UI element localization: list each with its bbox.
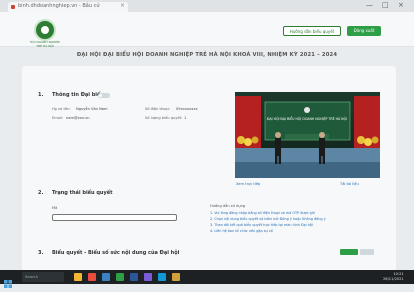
browser-tab[interactable]: binh.dhdoanhnghiep.vn - Bầu cử × xyxy=(8,2,128,12)
livestream-frame: ĐẠI HỘI ĐẠI BIỂU HỘI DOANH NGHIỆP TRẺ HÀ… xyxy=(235,92,380,178)
section2-number: 2. xyxy=(38,190,44,196)
word-icon[interactable] xyxy=(130,273,138,281)
clock-date: 26/11/2021 xyxy=(383,277,404,281)
section1-title: Thông tin Đại biểu xyxy=(52,92,104,98)
logout-button[interactable]: Đăng xuất xyxy=(347,26,381,36)
code-input[interactable] xyxy=(52,214,177,221)
screen-emblem xyxy=(304,107,310,113)
site-favicon-icon xyxy=(11,5,15,9)
browser-tab-title: binh.dhdoanhnghiep.vn - Bầu cử xyxy=(18,3,100,9)
email-value: nam@xxx.vn xyxy=(66,116,90,120)
guide-link-2[interactable]: 2. Chọn nội dung biểu quyết và bấm nút Đ… xyxy=(210,217,326,221)
livestream-video[interactable]: ĐẠI HỘI ĐẠI BIỂU HỘI DOANH NGHIỆP TRẺ HÀ… xyxy=(235,92,380,178)
teams-icon[interactable] xyxy=(144,273,152,281)
guide-link-4[interactable]: 4. Liên hệ ban tổ chức nếu gặp sự cố xyxy=(210,229,273,233)
taskbar-clock[interactable]: 10:21 26/11/2021 xyxy=(383,272,404,282)
vote-count-value: 1 xyxy=(184,116,187,120)
section3-primary-button[interactable] xyxy=(340,249,358,255)
minimize-icon[interactable]: — xyxy=(366,1,373,9)
section1-toggle[interactable] xyxy=(98,93,110,98)
name-value: Nguyễn Văn Nam xyxy=(76,107,108,111)
zalo-icon[interactable] xyxy=(158,273,166,281)
chrome-icon[interactable] xyxy=(88,273,96,281)
logo-caption: HỘI DOANH NGHIỆP TRẺ HÀ NỘI xyxy=(30,40,60,48)
guide-heading: Hướng dẫn sử dụng xyxy=(210,204,246,208)
org-logo[interactable] xyxy=(34,19,56,41)
guide-link-1[interactable]: 1. Vui lòng đăng nhập bằng số điện thoại… xyxy=(210,211,315,215)
phone-label: Số điện thoại: xyxy=(145,107,170,111)
taskbar-search-input[interactable]: Search xyxy=(22,272,64,282)
email-label: Email: xyxy=(52,116,64,120)
excel-icon[interactable] xyxy=(116,273,124,281)
vote-count-label: Số lượng biểu quyết: xyxy=(145,116,183,120)
edge-icon[interactable] xyxy=(102,273,110,281)
name-label: Họ và tên: xyxy=(52,107,71,111)
download-docs-link[interactable]: Tải tài liệu xyxy=(340,182,359,186)
maximize-icon[interactable]: □ xyxy=(382,1,389,9)
section3-number: 3. xyxy=(38,250,44,256)
windows-start-icon[interactable] xyxy=(4,273,12,288)
voting-guide-button[interactable]: Hướng dẫn biểu quyết xyxy=(283,26,341,36)
section1-number: 1. xyxy=(38,92,44,98)
guide-link-3[interactable]: 3. Theo dõi kết quả biểu quyết trực tiếp… xyxy=(210,223,313,227)
close-tab-icon[interactable]: × xyxy=(120,2,125,9)
section3-secondary-button[interactable] xyxy=(360,249,374,255)
file-explorer-icon[interactable] xyxy=(74,273,82,281)
section3-title: Biểu quyết - Biểu số sức nội dung của Đạ… xyxy=(52,250,180,256)
screen-text: ĐẠI HỘI ĐẠI BIỂU HỘI DOANH NGHIỆP TRẺ HÀ… xyxy=(267,116,347,121)
app-icon[interactable] xyxy=(172,273,180,281)
code-field-label: Mã xyxy=(52,206,58,210)
phone-value: 09xxxxxxxx xyxy=(176,107,198,111)
logo-emblem xyxy=(41,26,49,34)
close-window-icon[interactable]: × xyxy=(398,1,404,9)
toggle-knob xyxy=(99,94,102,97)
watch-live-link[interactable]: Xem trực tiếp xyxy=(236,182,260,186)
section2-title: Trạng thái biểu quyết xyxy=(52,190,113,196)
congress-title: ĐẠI HỘI ĐẠI BIỂU HỘI DOANH NGHIỆP TRẺ HÀ… xyxy=(76,52,338,58)
